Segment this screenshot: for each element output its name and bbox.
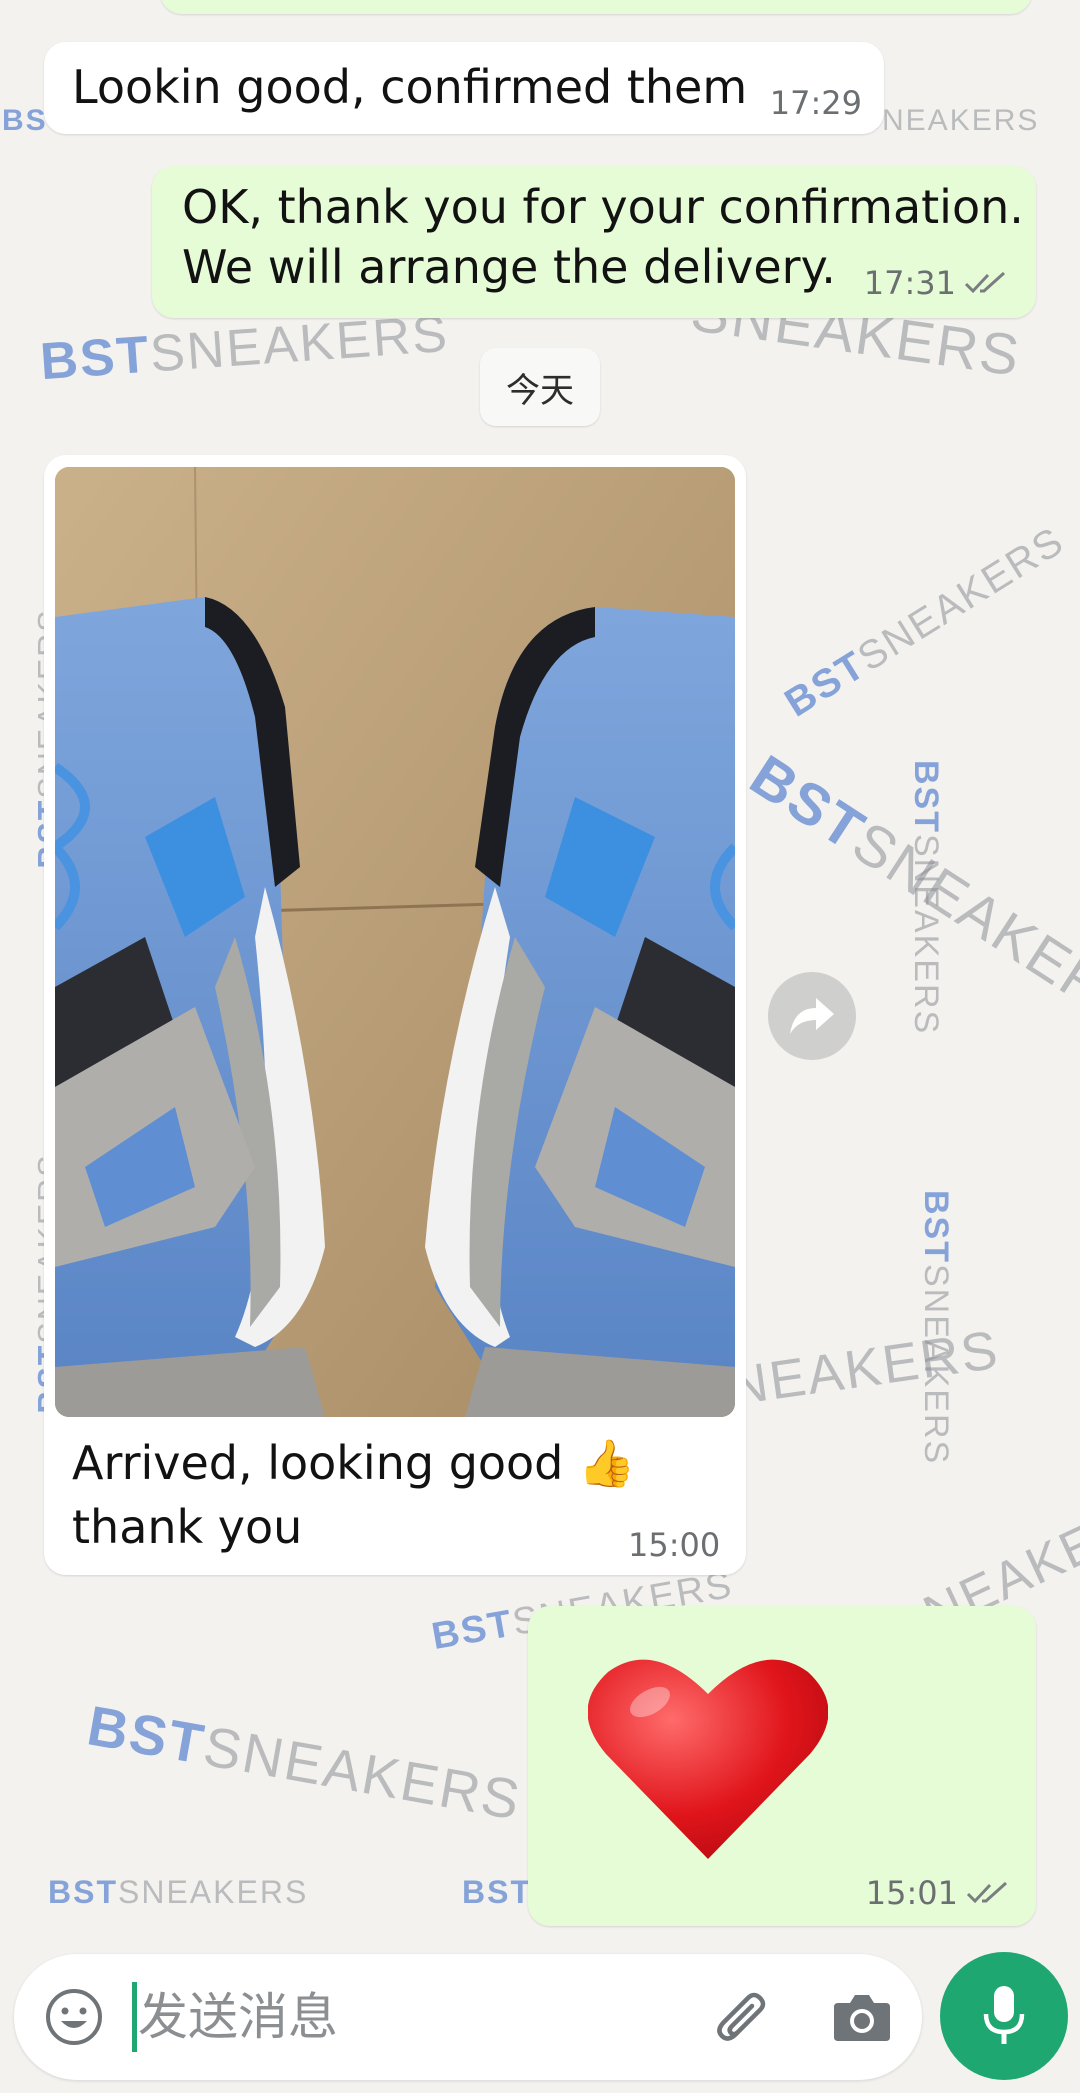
watermark: BSTSNEAKERS [48,1874,309,1910]
camera-icon[interactable] [832,1991,892,2043]
message-time: 17:29 [769,84,862,122]
message-bubble-incoming[interactable]: Lookin good, confirmed them 17:29 [44,42,884,134]
forward-button[interactable] [768,972,856,1060]
message-bubble-partial[interactable] [160,0,1032,14]
message-text-line: Arrived, looking good 👍 [72,1436,636,1490]
forward-icon [790,998,834,1034]
watermark: SNEAKERS [860,104,1040,137]
message-time-label: 15:01 [865,1874,958,1912]
message-text-line: We will arrange the delivery. [182,240,836,294]
mic-icon [983,1986,1025,2044]
message-time: 15:00 [628,1526,721,1564]
voice-record-button[interactable] [940,1952,1068,2080]
attach-icon[interactable] [714,1986,770,2048]
watermark: BSTSNEAKERS [907,760,945,1036]
sneaker-image [55,467,735,1417]
message-composer: 发送消息 [14,1954,922,2080]
heart-emoji [588,1659,828,1859]
message-time: 15:01 [866,1874,1010,1912]
message-text: Lookin good, confirmed them [72,60,748,114]
watermark: BSTSNEAKERS [82,1693,527,1832]
message-input[interactable]: 发送消息 [138,1982,338,2052]
message-time-label: 17:31 [863,264,956,302]
message-bubble-outgoing[interactable]: 15:01 [528,1606,1036,1926]
message-time: 17:31 [864,264,1008,302]
read-ticks-icon [964,271,1006,294]
message-bubble-outgoing[interactable]: OK, thank you for your confirmation. We … [152,166,1036,318]
message-text-line: thank you [72,1500,303,1554]
read-ticks-icon [966,1881,1008,1904]
text-cursor [132,1982,137,2052]
date-divider: 今天 [480,348,600,426]
watermark: BST [462,1874,532,1910]
emoji-icon[interactable] [44,1987,104,2047]
message-text-line: OK, thank you for your confirmation. [182,180,1024,234]
sneaker-photo[interactable] [55,467,735,1417]
watermark: BSTSNEAKERS [777,518,1072,726]
